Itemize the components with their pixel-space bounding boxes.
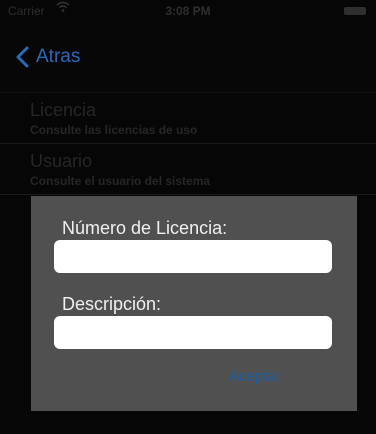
status-time: 3:08 PM xyxy=(165,4,211,18)
battery-icon xyxy=(344,7,366,15)
table-row-licencia[interactable]: Licencia Consulte las licencias de uso xyxy=(0,93,376,144)
license-number-field[interactable] xyxy=(54,240,332,273)
back-button-label: Atras xyxy=(36,46,81,67)
back-button[interactable]: Atras xyxy=(14,45,80,69)
accept-button[interactable]: Aceptar xyxy=(229,368,281,385)
description-label: Descripción: xyxy=(62,294,162,314)
chevron-left-icon xyxy=(16,46,29,68)
app-screen: Carrier 3:08 PM Atras Licencia Consulte … xyxy=(0,0,376,434)
license-number-label: Número de Licencia: xyxy=(62,218,228,238)
row-title: Usuario xyxy=(30,151,93,171)
description-field[interactable] xyxy=(54,316,332,349)
row-title: Licencia xyxy=(30,100,97,120)
settings-table: Licencia Consulte las licencias de uso U… xyxy=(0,93,376,195)
table-row-usuario[interactable]: Usuario Consulte el usuario del sistema xyxy=(0,144,376,195)
status-bar: Carrier 3:08 PM xyxy=(0,0,376,22)
row-subtitle: Consulte las licencias de uso xyxy=(30,123,198,137)
navigation-bar: Atras xyxy=(0,22,376,93)
row-subtitle: Consulte el usuario del sistema xyxy=(30,174,211,188)
license-dialog: Número de Licencia: Descripción: Aceptar xyxy=(31,196,357,411)
